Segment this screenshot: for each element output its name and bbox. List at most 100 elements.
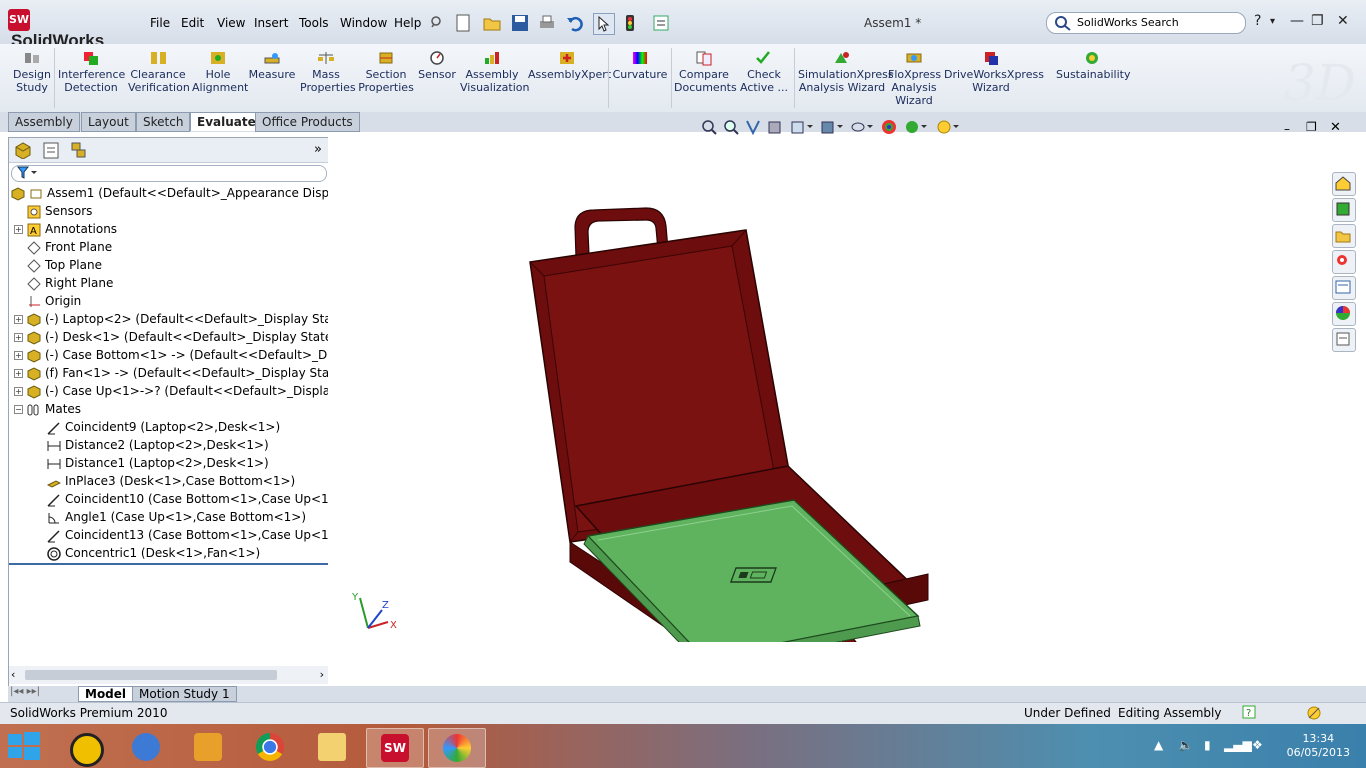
tab-sketch[interactable]: Sketch bbox=[136, 112, 191, 132]
display-style-icon[interactable] bbox=[820, 118, 844, 139]
menu-help[interactable]: Help bbox=[394, 16, 421, 30]
mate-item[interactable]: Coincident13 (Case Bottom<1>,Case Up<1>) bbox=[47, 526, 343, 544]
apply-scene-icon[interactable] bbox=[904, 118, 928, 139]
select-pointer-icon[interactable] bbox=[593, 13, 616, 35]
mate-item[interactable]: Coincident9 (Laptop<2>,Desk<1>) bbox=[47, 418, 280, 436]
interference-detection-button[interactable]: Interference Detection bbox=[58, 50, 125, 94]
tree-filter[interactable] bbox=[11, 165, 327, 182]
tab-motion-study[interactable]: Motion Study 1 bbox=[132, 686, 237, 702]
sustainability-button[interactable]: Sustainability bbox=[1056, 50, 1130, 81]
status-help-icon[interactable]: ? bbox=[1242, 705, 1256, 725]
mate-item[interactable]: Angle1 (Case Up<1>,Case Bottom<1>) bbox=[47, 508, 306, 526]
curvature-button[interactable]: Curvature bbox=[612, 50, 668, 81]
configuration-manager-tab-icon[interactable] bbox=[69, 141, 89, 162]
rebuild-icon[interactable] bbox=[623, 13, 643, 33]
feature-tree-tab-icon[interactable] bbox=[13, 141, 33, 162]
home-icon[interactable] bbox=[1332, 172, 1356, 196]
open-folder-icon[interactable] bbox=[482, 13, 502, 33]
search-box[interactable]: SolidWorks Search bbox=[1046, 12, 1246, 34]
help-dropdown-icon[interactable]: ▾ bbox=[1270, 16, 1275, 27]
search-input[interactable]: SolidWorks Search bbox=[1077, 16, 1179, 29]
menu-view[interactable]: View bbox=[217, 16, 245, 30]
menu-edit[interactable]: Edit bbox=[181, 16, 204, 30]
driveworksxpress-button[interactable]: DriveWorksXpress Wizard bbox=[944, 50, 1044, 94]
maximize-button[interactable]: ❐ bbox=[1311, 13, 1324, 29]
viewport-close-button[interactable]: ✕ bbox=[1330, 120, 1341, 135]
volume-icon[interactable]: 🔈 bbox=[1178, 738, 1193, 752]
file-explorer-icon[interactable] bbox=[1332, 224, 1356, 248]
tab-model[interactable]: Model bbox=[78, 686, 134, 702]
mate-item[interactable]: InPlace3 (Desk<1>,Case Bottom<1>) bbox=[46, 472, 295, 490]
taskbar-chrome[interactable] bbox=[242, 728, 298, 766]
tab-nav-arrows[interactable]: |◂◂ ▸▸| bbox=[10, 686, 40, 697]
tree-item[interactable]: Top Plane bbox=[27, 256, 102, 274]
tree-item[interactable]: (-) Laptop<2> (Default<<Default>_Display… bbox=[27, 310, 370, 328]
mate-item[interactable]: Concentric1 (Desk<1>,Fan<1>) bbox=[47, 544, 260, 562]
tree-expander[interactable]: + bbox=[14, 351, 23, 360]
section-properties-button[interactable]: Section Properties bbox=[356, 50, 416, 94]
mass-properties-button[interactable]: Mass Properties bbox=[300, 50, 356, 94]
briefcase-model[interactable] bbox=[518, 202, 938, 642]
design-library-icon[interactable] bbox=[1332, 198, 1356, 222]
tree-expander[interactable]: + bbox=[14, 387, 23, 396]
sensor-button[interactable]: Sensor bbox=[418, 50, 456, 81]
mate-item[interactable]: Distance2 (Laptop<2>,Desk<1>) bbox=[47, 436, 269, 454]
tree-item[interactable]: (f) Fan<1> -> (Default<<Default>_Display… bbox=[27, 364, 367, 382]
view-orientation-icon[interactable] bbox=[790, 118, 814, 139]
menu-window[interactable]: Window bbox=[340, 16, 387, 30]
menu-file[interactable]: File bbox=[150, 16, 170, 30]
tree-item[interactable]: (-) Case Bottom<1> -> (Default<<Default>… bbox=[27, 346, 362, 364]
tree-expander[interactable]: + bbox=[14, 315, 23, 324]
scroll-right-icon[interactable]: › bbox=[320, 668, 324, 681]
mate-item[interactable]: Distance1 (Laptop<2>,Desk<1>) bbox=[47, 454, 269, 472]
minimize-button[interactable]: — bbox=[1290, 13, 1304, 29]
zoom-to-area-icon[interactable] bbox=[722, 118, 740, 139]
taskbar-file-explorer[interactable] bbox=[304, 728, 360, 766]
solidworks-logo[interactable]: SWSolidWorks bbox=[8, 9, 126, 50]
tree-expander[interactable]: − bbox=[14, 405, 23, 414]
view-palette-icon[interactable] bbox=[1332, 276, 1356, 300]
simulationxpress-button[interactable]: SimulationXpress Analysis Wizard bbox=[798, 50, 894, 94]
tab-office-products[interactable]: Office Products bbox=[255, 112, 360, 132]
property-manager-tab-icon[interactable] bbox=[41, 141, 61, 162]
view-settings-icon[interactable] bbox=[936, 118, 960, 139]
save-icon[interactable] bbox=[510, 13, 530, 33]
section-view-icon[interactable] bbox=[766, 118, 784, 139]
floxpress-button[interactable]: FloXpress Analysis Wizard bbox=[888, 50, 941, 107]
zoom-to-fit-icon[interactable] bbox=[700, 118, 718, 139]
hole-alignment-button[interactable]: Hole Alignment bbox=[192, 50, 248, 94]
compare-documents-button[interactable]: Compare Documents bbox=[674, 50, 737, 94]
search-results-icon[interactable] bbox=[1332, 250, 1356, 274]
tree-expander[interactable]: + bbox=[14, 369, 23, 378]
custom-properties-icon[interactable] bbox=[1332, 328, 1356, 352]
tree-item[interactable]: Sensors bbox=[27, 202, 92, 220]
tree-root-assembly[interactable]: Assem1 (Default<<Default>_Appearance Dis… bbox=[11, 184, 370, 202]
measure-button[interactable]: Measure bbox=[248, 50, 296, 81]
menu-tools[interactable]: Tools bbox=[299, 16, 329, 30]
system-clock[interactable]: 13:34 06/05/2013 bbox=[1287, 732, 1350, 760]
new-document-icon[interactable] bbox=[454, 13, 474, 33]
battery-icon[interactable]: ▮ bbox=[1204, 738, 1211, 752]
tab-evaluate[interactable]: Evaluate bbox=[190, 112, 263, 131]
options-icon[interactable] bbox=[651, 13, 671, 33]
taskbar-app-1[interactable] bbox=[56, 728, 112, 767]
mate-item[interactable]: Coincident10 (Case Bottom<1>,Case Up<1>) bbox=[47, 490, 343, 508]
show-hidden-icons[interactable]: ▲ bbox=[1154, 738, 1163, 752]
scroll-left-icon[interactable]: ‹ bbox=[11, 668, 15, 681]
horizontal-scrollbar[interactable]: ‹ › bbox=[9, 666, 328, 684]
tree-expander[interactable]: + bbox=[14, 333, 23, 342]
appearances-scenes-icon[interactable] bbox=[1332, 302, 1356, 326]
taskbar-thunderbird[interactable] bbox=[118, 728, 174, 766]
hide-show-items-icon[interactable] bbox=[850, 118, 874, 139]
tree-item[interactable]: (-) Case Up<1>->? (Default<<Default>_Dis… bbox=[27, 382, 373, 400]
edit-appearance-icon[interactable] bbox=[880, 118, 898, 139]
network-signal-icon[interactable]: ▂▄▆ bbox=[1224, 738, 1252, 752]
pin-icon[interactable] bbox=[427, 13, 445, 33]
undo-icon[interactable] bbox=[565, 13, 585, 33]
scrollbar-thumb[interactable] bbox=[25, 670, 277, 680]
tree-item[interactable]: (-) Desk<1> (Default<<Default>_Display S… bbox=[27, 328, 358, 346]
help-icon[interactable]: ? bbox=[1254, 13, 1261, 29]
graphics-area[interactable]: – ❐ ✕ Y X Z bbox=[328, 120, 1366, 686]
expand-panel-icon[interactable]: » bbox=[314, 142, 322, 157]
taskbar-outlook[interactable] bbox=[180, 728, 236, 766]
